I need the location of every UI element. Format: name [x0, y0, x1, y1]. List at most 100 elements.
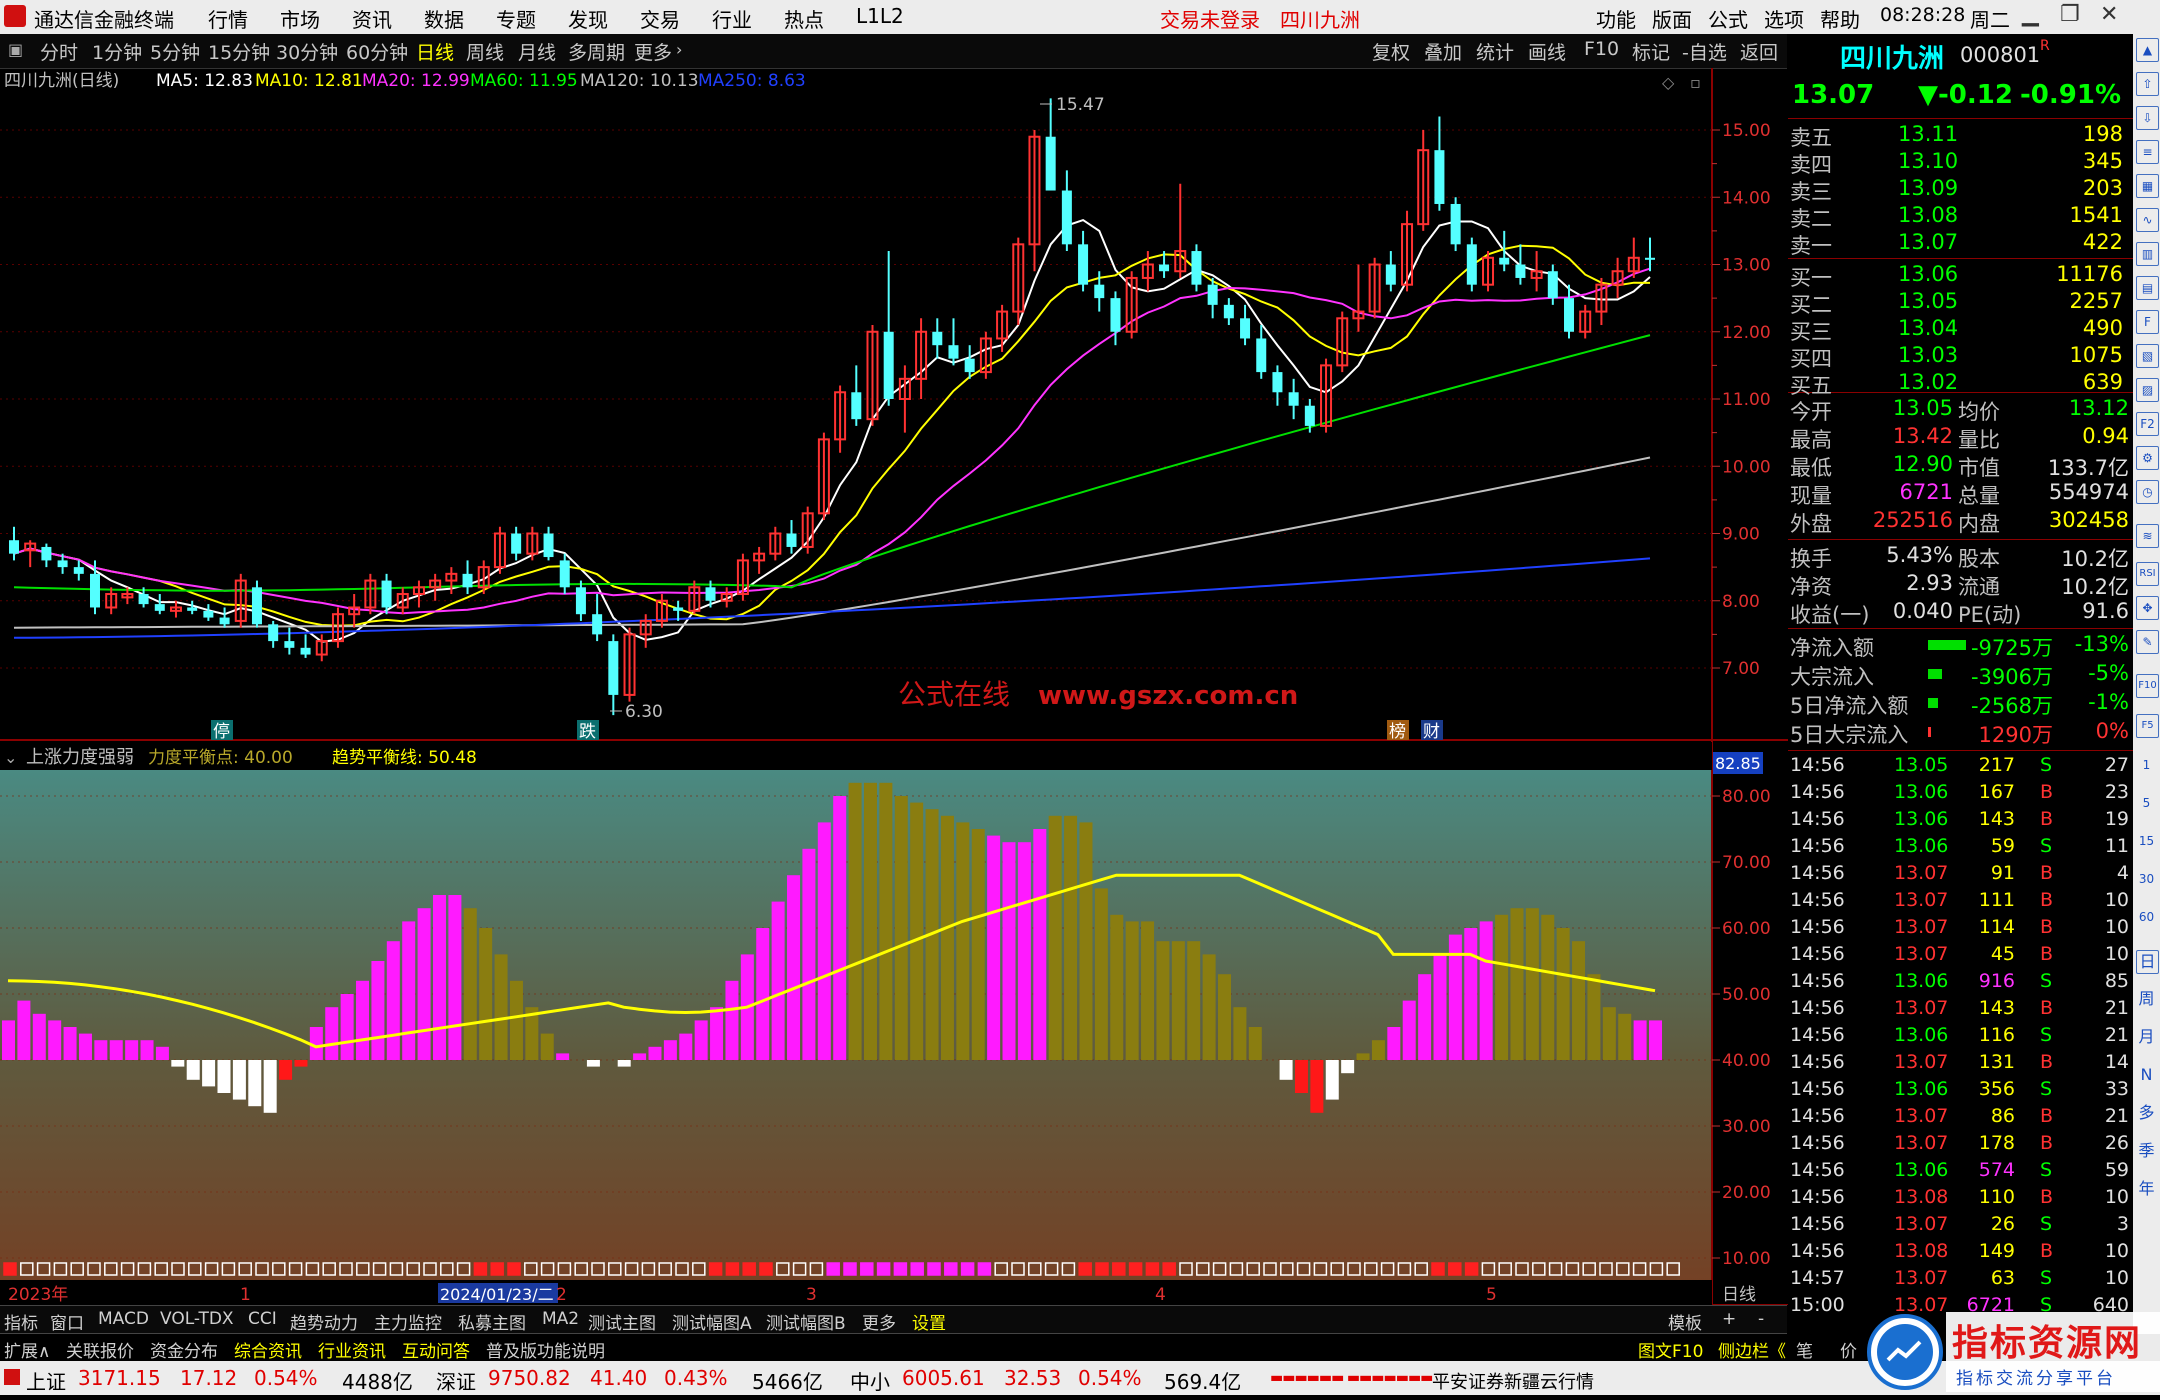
period-tab[interactable]: 月线 — [518, 38, 556, 65]
candle-body[interactable] — [543, 533, 554, 558]
ask-row[interactable]: 卖三 13.09 203 — [1788, 176, 2133, 204]
tick-row[interactable]: 14:56 13.06 916 S 85 — [1788, 970, 2133, 997]
tab-cci[interactable]: CCI — [248, 1309, 277, 1329]
ask-row[interactable]: 卖一 13.07 422 — [1788, 230, 2133, 258]
sz-label[interactable]: 深证 — [436, 1366, 476, 1395]
candle-body[interactable] — [1159, 264, 1170, 272]
bid-row[interactable]: 买一 13.06 11176 — [1788, 262, 2133, 290]
candle-body[interactable] — [89, 573, 100, 608]
candle-body[interactable] — [1547, 271, 1558, 299]
marker-finance[interactable]: 财 — [1423, 722, 1440, 742]
menu-item[interactable]: 专题 — [496, 4, 536, 33]
flow-row[interactable]: 5日大宗流入 1290万 0% — [1788, 719, 2133, 747]
menu-item[interactable]: 热点 — [784, 4, 824, 33]
marker-fall[interactable]: 跌 — [579, 722, 596, 742]
period-tab[interactable]: 1分钟 — [92, 38, 142, 65]
period-30-icon[interactable]: 30 — [2136, 868, 2157, 890]
collapse-icon[interactable]: ⌄ — [4, 748, 17, 767]
tick-row[interactable]: 14:56 13.08 149 B 10 — [1788, 1240, 2133, 1267]
tab-vol[interactable]: VOL-TDX — [160, 1309, 234, 1329]
stat-row[interactable]: 换手 5.43% 股本 10.2亿 — [1788, 543, 2133, 571]
grid-icon[interactable]: ▦ — [2136, 174, 2159, 198]
candle-body[interactable] — [932, 331, 943, 346]
period-quarter-icon[interactable]: 季 — [2136, 1140, 2157, 1162]
menu-item[interactable]: 资讯 — [352, 4, 392, 33]
menu-item[interactable]: 数据 — [424, 4, 464, 33]
tick-row[interactable]: 14:56 13.06 356 S 33 — [1788, 1078, 2133, 1105]
candle-body[interactable] — [1207, 284, 1218, 305]
panel-close-icon[interactable]: ▫ — [1690, 73, 1701, 92]
page-icon[interactable]: ▨ — [2136, 378, 2159, 402]
tick-row[interactable]: 14:56 13.07 45 B 10 — [1788, 943, 2133, 970]
candle-body[interactable] — [1240, 318, 1251, 339]
tab-private[interactable]: 私募主图 — [458, 1309, 526, 1334]
candle-body[interactable] — [203, 610, 214, 618]
wave-icon[interactable]: ≋ — [2136, 524, 2159, 548]
period-1-icon[interactable]: 1 — [2136, 754, 2157, 776]
tab-test-main[interactable]: 测试主图 — [588, 1309, 656, 1334]
diamond-icon[interactable]: ◇ — [1662, 73, 1675, 92]
candle-body[interactable] — [705, 587, 716, 601]
fin-icon[interactable]: F — [2136, 310, 2159, 334]
tab-indicator[interactable]: 指标 — [4, 1309, 38, 1334]
candle-body[interactable] — [948, 345, 959, 359]
kline-chart[interactable]: 四川九洲(日线) MA5: 12.83 MA10: 12.81 MA20: 12… — [0, 68, 1788, 1305]
candle-body[interactable] — [9, 540, 19, 554]
stat-row[interactable]: 收益(一) 0.040 PE(动) 91.6 — [1788, 599, 2133, 627]
tab-help[interactable]: 普及版功能说明 — [486, 1337, 605, 1362]
menu-item[interactable]: 行业 — [712, 4, 752, 33]
period-tab[interactable]: 分时 — [40, 38, 78, 65]
period-tab[interactable]: 更多 — [634, 38, 672, 65]
period-tab[interactable]: 30分钟 — [276, 38, 338, 65]
candle-body[interactable] — [1045, 136, 1056, 191]
tab-news[interactable]: 综合资讯 — [234, 1337, 302, 1362]
close-icon[interactable]: ✕ — [2100, 2, 2118, 27]
period-week-icon[interactable]: 周 — [2136, 988, 2157, 1010]
chart-icon[interactable]: ∿ — [2136, 208, 2159, 232]
stat-row[interactable]: 净资 2.93 流通 10.2亿 — [1788, 571, 2133, 599]
zx-label[interactable]: 中小 — [850, 1366, 890, 1395]
candle-body[interactable] — [1110, 298, 1121, 332]
period-n-icon[interactable]: N — [2136, 1064, 2157, 1086]
toolbar-button[interactable]: 画线 — [1528, 38, 1566, 65]
ask-row[interactable]: 卖四 13.10 345 — [1788, 149, 2133, 177]
tab-macd[interactable]: MACD — [98, 1309, 149, 1329]
period-60-icon[interactable]: 60 — [2136, 906, 2157, 928]
toolbar-button[interactable]: -自选 — [1682, 38, 1727, 65]
candle-body[interactable] — [1223, 304, 1234, 319]
template-button[interactable]: 模板 — [1668, 1309, 1702, 1334]
candle-body[interactable] — [1515, 264, 1526, 278]
bid-row[interactable]: 买五 13.02 639 — [1788, 370, 2133, 398]
candle-body[interactable] — [1434, 150, 1445, 204]
period-month-icon[interactable]: 月 — [2136, 1026, 2157, 1048]
candle-body[interactable] — [268, 624, 279, 642]
toolbar-button[interactable]: 返回 — [1740, 38, 1778, 65]
candle-body[interactable] — [154, 604, 165, 611]
flow-row[interactable]: 净流入额 -9725万 -13% — [1788, 632, 2133, 660]
sh-label[interactable]: 上证 — [26, 1366, 66, 1395]
ask-row[interactable]: 卖二 13.08 1541 — [1788, 203, 2133, 231]
menu-item[interactable]: 交易 — [640, 4, 680, 33]
tab-test-a[interactable]: 测试幅图A — [672, 1309, 752, 1334]
candle-body[interactable] — [673, 607, 684, 611]
tick-row[interactable]: 14:56 13.06 167 B 23 — [1788, 781, 2133, 808]
stat-row[interactable]: 现量 6721 总量 554974 — [1788, 480, 2133, 508]
settings-icon[interactable]: ⚙ — [2136, 446, 2159, 470]
tab-more[interactable]: 更多 — [862, 1309, 896, 1334]
f5-icon[interactable]: F5 — [2136, 714, 2159, 738]
stat-row[interactable]: 今开 13.05 均价 13.12 — [1788, 396, 2133, 424]
candle-body[interactable] — [575, 587, 586, 615]
bid-row[interactable]: 买二 13.05 2257 — [1788, 289, 2133, 317]
tab-window[interactable]: 窗口 — [50, 1309, 84, 1334]
tick-row[interactable]: 14:56 13.06 574 S 59 — [1788, 1159, 2133, 1186]
tick-row[interactable]: 14:56 13.07 111 B 10 — [1788, 889, 2133, 916]
pen-icon[interactable]: ✎ — [2136, 630, 2159, 654]
tick-row[interactable]: 14:56 13.07 26 S 3 — [1788, 1213, 2133, 1240]
tick-row[interactable]: 14:56 13.07 91 B 4 — [1788, 862, 2133, 889]
table-icon[interactable]: ▤ — [2136, 276, 2159, 300]
menu-right-item[interactable]: 公式 — [1708, 4, 1748, 33]
tick-row[interactable]: 14:56 13.07 143 B 21 — [1788, 997, 2133, 1024]
up-arrow-icon[interactable]: ▲ — [2136, 38, 2159, 62]
f10-icon[interactable]: F10 — [2136, 674, 2159, 698]
trade-status[interactable]: 交易未登录 — [1160, 4, 1260, 33]
